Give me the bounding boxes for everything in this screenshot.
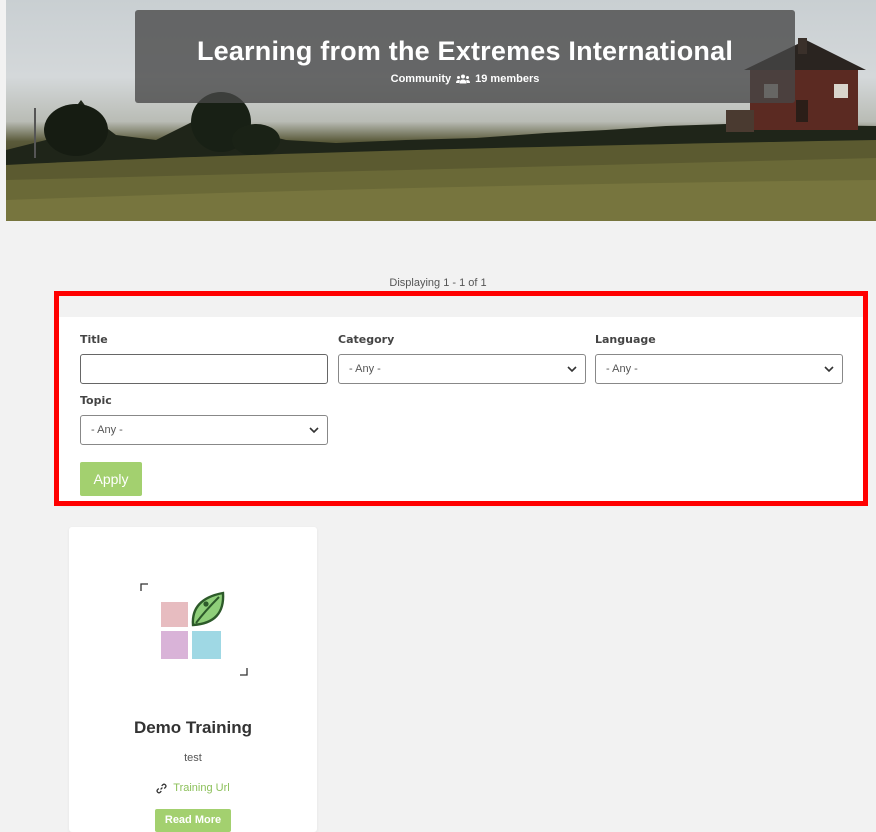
results-count: Displaying 1 - 1 of 1 — [389, 277, 487, 289]
page-title: Learning from the Extremes International — [196, 36, 734, 66]
card-description: test — [184, 752, 202, 764]
category-selected-value: - Any - — [349, 363, 381, 375]
title-label: Title — [80, 333, 108, 346]
category-select[interactable]: - Any - — [338, 354, 586, 384]
topic-label: Topic — [80, 394, 112, 407]
category-label: Category — [338, 333, 395, 346]
hero-banner: Learning from the Extremes International… — [6, 0, 876, 221]
users-icon — [456, 74, 471, 84]
language-select[interactable]: - Any - — [595, 354, 843, 384]
hero-title-box: Learning from the Extremes International… — [135, 10, 795, 103]
chevron-down-icon — [309, 427, 319, 434]
community-label: Community — [390, 73, 452, 85]
training-url-link[interactable]: Training Url — [69, 782, 317, 794]
language-label: Language — [595, 333, 656, 346]
chevron-down-icon — [824, 366, 834, 373]
filter-panel: Title Category - Any - Language - Any - … — [54, 291, 868, 506]
card-title[interactable]: Demo Training — [69, 718, 317, 738]
topic-selected-value: - Any - — [91, 424, 123, 436]
training-url-label: Training Url — [173, 782, 230, 794]
read-more-button[interactable]: Read More — [155, 809, 231, 832]
apply-button[interactable]: Apply — [80, 462, 142, 496]
training-logo-icon — [140, 583, 248, 676]
community-meta: Community 19 members — [135, 73, 795, 85]
link-icon — [156, 783, 167, 793]
training-card: Demo Training test Training Url Read Mor… — [69, 527, 317, 832]
chevron-down-icon — [567, 366, 577, 373]
members-count[interactable]: 19 members — [475, 73, 539, 85]
language-selected-value: - Any - — [606, 363, 638, 375]
filter-panel-header-strip — [59, 296, 863, 317]
title-input[interactable] — [80, 354, 328, 384]
topic-select[interactable]: - Any - — [80, 415, 328, 445]
